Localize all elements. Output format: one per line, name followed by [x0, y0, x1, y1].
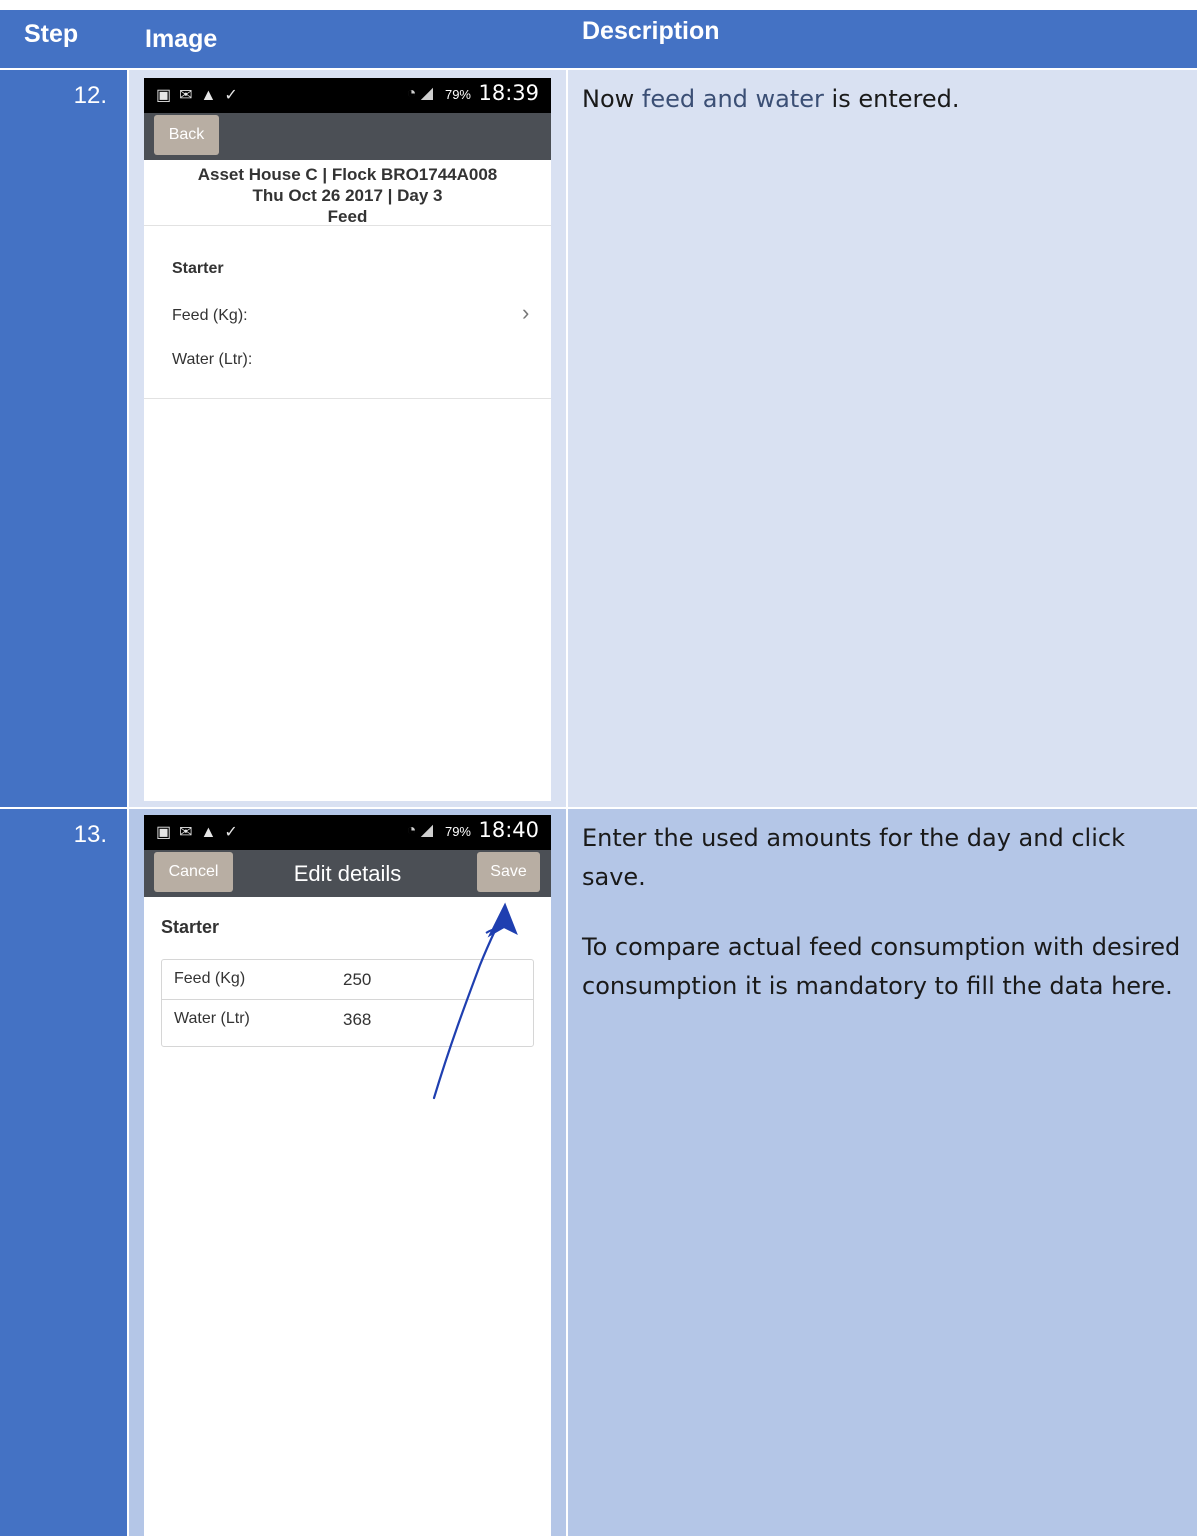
header-description: Description: [582, 17, 720, 45]
battery-percent: 79%: [444, 87, 471, 102]
section-title: Starter: [172, 260, 224, 277]
field-label: Water (Ltr): [174, 1010, 250, 1027]
description-cell-13: Enter the used amounts for the day and c…: [568, 809, 1197, 1536]
description-paragraph-2: To compare actual feed consumption with …: [582, 933, 1181, 1000]
divider: [144, 225, 551, 226]
table-header: Step Image Description: [0, 10, 1197, 68]
screen-header: Asset House C | Flock BRO1744A008 Thu Oc…: [144, 164, 551, 227]
section-title: Starter: [161, 917, 220, 937]
status-bar: ▣✉▲✓ ◔ ◢ 79% 18:39: [144, 78, 551, 113]
step-number: 13.: [73, 821, 107, 848]
header-image: Image: [145, 25, 218, 53]
signal-icon: ◔ ◢: [406, 822, 433, 839]
step-cell-13: 13.: [0, 809, 127, 1536]
notification-icons: ▣✉▲✓: [156, 87, 246, 104]
notification-icons: ▣✉▲✓: [156, 824, 246, 841]
annotation-arrow-icon: [432, 902, 518, 1100]
signal-icon: ◔ ◢: [406, 85, 433, 102]
step-cell-12: 12.: [0, 70, 127, 807]
header-line-2: Thu Oct 26 2017 | Day 3: [252, 186, 443, 205]
phone-screen-feed: ▣✉▲✓ ◔ ◢ 79% 18:39 Back Asset House C | …: [144, 78, 551, 801]
header-line-1: Asset House C | Flock BRO1744A008: [197, 165, 498, 184]
description-cell-12: Now feed and water is entered.: [568, 70, 1197, 807]
chevron-right-icon[interactable]: ›: [522, 300, 529, 326]
feed-label[interactable]: Feed (Kg):: [172, 307, 248, 325]
description-text: Now feed and water is entered.: [582, 85, 960, 113]
feed-input[interactable]: 250: [343, 970, 371, 990]
status-time: 18:39: [478, 81, 539, 105]
step-number: 12.: [73, 82, 107, 109]
field-label: Feed (Kg): [174, 970, 246, 987]
divider: [144, 398, 551, 399]
water-label[interactable]: Water (Ltr):: [172, 351, 252, 369]
toolbar: Edit details Cancel Save: [144, 850, 551, 897]
header-step: Step: [24, 20, 79, 48]
highlight-text: feed and water: [641, 85, 824, 113]
status-bar: ▣✉▲✓ ◔ ◢ 79% 18:40: [144, 815, 551, 850]
description-paragraph-1: Enter the used amounts for the day and c…: [582, 824, 1125, 891]
battery-percent: 79%: [444, 824, 471, 839]
header-line-3: Feed: [327, 207, 368, 226]
water-input[interactable]: 368: [343, 1010, 371, 1030]
toolbar: Back: [144, 113, 551, 160]
status-time: 18:40: [478, 818, 539, 842]
cancel-button[interactable]: Cancel: [154, 852, 233, 892]
back-button[interactable]: Back: [154, 115, 219, 155]
save-button[interactable]: Save: [477, 852, 540, 892]
